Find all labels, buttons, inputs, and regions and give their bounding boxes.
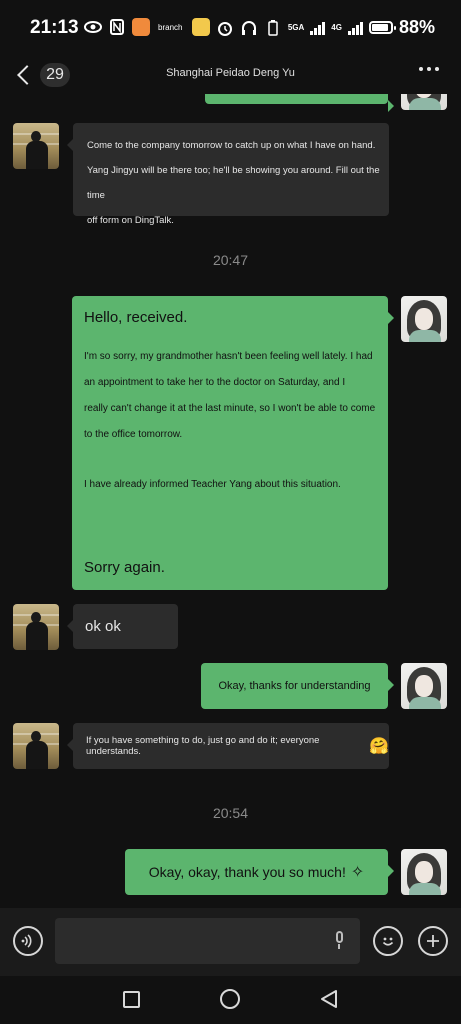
message-bubble-incoming[interactable]: ok ok bbox=[67, 604, 178, 649]
message-text-line: I have already informed Teacher Yang abo… bbox=[84, 479, 341, 490]
avatar-self[interactable] bbox=[401, 663, 447, 709]
nfc-icon bbox=[108, 18, 126, 36]
message-text: Okay, okay, thank you so much! bbox=[148, 864, 346, 880]
mic-icon[interactable] bbox=[334, 931, 344, 951]
avatar-self[interactable] bbox=[401, 94, 447, 110]
message-text: ok ok bbox=[85, 617, 121, 635]
message-bubble-incoming[interactable]: If you have something to do, just go and… bbox=[67, 723, 389, 769]
app-heart-icon bbox=[132, 18, 150, 36]
chat-header: 29 Shanghai Peidao Deng Yu bbox=[0, 56, 461, 94]
alarm-icon bbox=[216, 19, 234, 37]
avatar-contact[interactable] bbox=[13, 123, 59, 169]
more-options-button[interactable] bbox=[419, 67, 439, 71]
status-time: 21:13 bbox=[30, 17, 79, 38]
message-bubble-partial bbox=[205, 94, 394, 112]
dot-icon bbox=[419, 67, 423, 71]
message-text-line: to the office tomorrow. bbox=[84, 429, 183, 440]
hug-emoji-icon: 🤗 bbox=[369, 738, 389, 755]
signal-bars-icon bbox=[347, 21, 363, 35]
network-5ga-label: 5GA bbox=[287, 22, 305, 32]
app-bag-icon bbox=[192, 18, 211, 36]
message-bubble-outgoing[interactable]: Okay, thanks for understanding bbox=[201, 663, 394, 709]
voice-button[interactable] bbox=[13, 926, 43, 956]
network-4g-label: 4G bbox=[331, 22, 342, 32]
recent-apps-button[interactable] bbox=[123, 991, 140, 1008]
message-text-line: off form on DingTalk. bbox=[87, 215, 174, 226]
chat-title: Shanghai Peidao Deng Yu bbox=[166, 67, 295, 79]
eye-icon bbox=[84, 18, 102, 36]
battery-small-icon bbox=[264, 19, 282, 37]
battery-percent: 88% bbox=[398, 17, 435, 37]
unread-count-badge: 29 bbox=[40, 63, 70, 87]
avatar-contact[interactable] bbox=[13, 604, 59, 650]
message-bubble-incoming[interactable]: Come to the company tomorrow to catch up… bbox=[67, 123, 389, 226]
message-bubble-outgoing[interactable]: Okay, okay, thank you so much! ✧ bbox=[125, 849, 394, 895]
plus-icon bbox=[427, 935, 439, 947]
signal-bars-icon bbox=[310, 21, 326, 35]
sparkle-icon: ✧ bbox=[350, 864, 365, 881]
home-button[interactable] bbox=[220, 989, 240, 1009]
avatar-self[interactable] bbox=[401, 849, 447, 895]
emoji-button[interactable] bbox=[373, 926, 403, 956]
back-button[interactable]: 29 bbox=[14, 62, 74, 88]
triangle-back-icon bbox=[321, 990, 337, 1008]
message-text-line: really can't change it at the last minut… bbox=[84, 403, 376, 414]
system-nav-bar bbox=[0, 976, 461, 1024]
dot-icon bbox=[427, 67, 431, 71]
message-closing: Sorry again. bbox=[84, 559, 165, 576]
message-text-line: an appointment to take her to the doctor… bbox=[84, 377, 346, 388]
plus-button[interactable] bbox=[418, 926, 448, 956]
avatar-contact[interactable] bbox=[13, 723, 59, 769]
status-right-icons: 5GA 4G 88% bbox=[216, 17, 435, 38]
input-bar bbox=[0, 908, 461, 976]
message-text-line: Come to the company tomorrow to catch up… bbox=[87, 140, 376, 151]
headphones-icon bbox=[240, 19, 258, 37]
message-timestamp: 20:47 bbox=[212, 252, 249, 268]
message-greeting: Hello, received. bbox=[84, 309, 188, 326]
chevron-left-icon bbox=[17, 65, 37, 85]
dot-icon bbox=[435, 67, 439, 71]
message-text: If you have something to do, just go and… bbox=[86, 735, 320, 757]
message-timestamp: 20:54 bbox=[212, 805, 249, 821]
message-input[interactable] bbox=[55, 918, 360, 964]
message-bubble-outgoing[interactable]: Hello, received. I'm so sorry, my grandm… bbox=[72, 296, 394, 590]
emoji-icon bbox=[382, 937, 394, 946]
message-text-line: I'm so sorry, my grandmother hasn't been… bbox=[84, 351, 373, 362]
status-left-icons: branch bbox=[84, 18, 211, 36]
battery-icon bbox=[368, 21, 396, 34]
branch-label: branch bbox=[158, 22, 183, 32]
avatar-self[interactable] bbox=[401, 296, 447, 342]
message-text-line: Yang Jingyu will be there too; he'll be … bbox=[87, 165, 380, 201]
message-text: Okay, thanks for understanding bbox=[218, 680, 371, 692]
back-triangle-button[interactable] bbox=[318, 988, 340, 1010]
message-list[interactable]: Come to the company tomorrow to catch up… bbox=[0, 94, 461, 908]
voice-icon bbox=[21, 934, 32, 948]
status-bar: 21:13 branch 5GA 4G 88% bbox=[0, 0, 461, 56]
